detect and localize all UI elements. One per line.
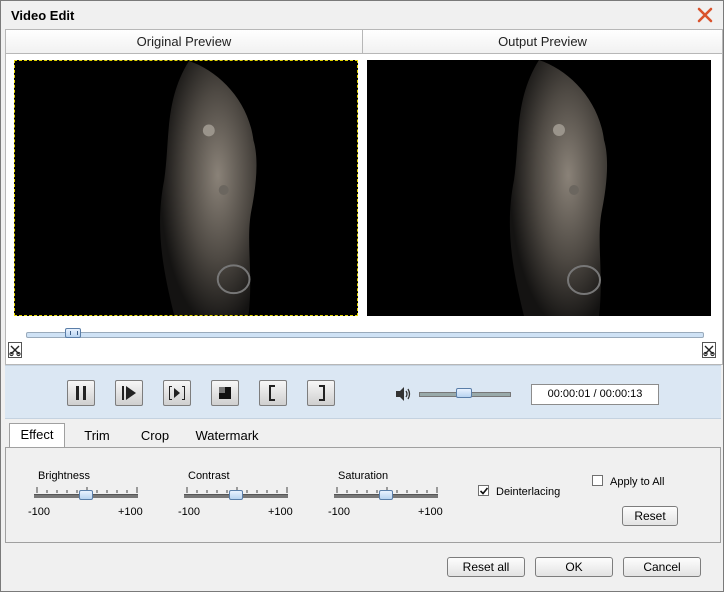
bracket-left-icon [269,385,275,401]
contrast-min-label: -100 [178,506,201,518]
reset-button[interactable]: Reset [622,506,678,526]
deinterlacing-checkbox[interactable] [478,485,489,496]
play-selection-icon [169,386,185,400]
effect-panel: Brightness -100 +100 Contrast -100 +100 … [5,447,721,543]
asteroid-frame-original [15,61,357,315]
pause-icon [76,386,86,400]
bracket-right-icon [319,385,325,401]
cancel-button[interactable]: Cancel [623,557,701,577]
saturation-max-label: +100 [418,506,443,518]
apply-to-all-checkbox[interactable] [592,475,603,486]
apply-to-all-label: Apply to All [610,476,665,488]
output-preview-video [367,60,711,316]
time-display: 00:00:01 / 00:00:13 [531,384,659,405]
tab-crop[interactable]: Crop [133,425,177,447]
volume-icon[interactable] [395,386,413,402]
brightness-label: Brightness [38,470,90,482]
pause-button[interactable] [67,380,95,406]
original-preview-header: Original Preview [6,30,363,54]
tab-watermark[interactable]: Watermark [191,425,263,447]
contrast-slider-thumb[interactable] [229,490,243,500]
saturation-slider-thumb[interactable] [379,490,393,500]
stop-button[interactable] [211,380,239,406]
tab-trim[interactable]: Trim [77,425,117,447]
playback-controls: 00:00:01 / 00:00:13 [5,365,721,419]
saturation-min-label: -100 [328,506,351,518]
video-edit-window: Video Edit Original Preview Output Previ… [0,0,724,592]
play-selection-button[interactable] [163,380,191,406]
output-preview-header: Output Preview [363,30,722,54]
close-icon[interactable] [697,7,713,23]
edit-tabs: Effect Trim Crop Watermark [5,423,721,448]
brightness-slider-thumb[interactable] [79,490,93,500]
trim-end-scissor-icon[interactable] [702,342,716,358]
seek-bar-thumb[interactable] [65,328,82,338]
deinterlacing-label: Deinterlacing [496,486,561,498]
window-title: Video Edit [11,8,75,23]
contrast-max-label: +100 [268,506,293,518]
saturation-label: Saturation [338,470,389,482]
ok-button[interactable]: OK [535,557,613,577]
original-preview-video[interactable] [14,60,358,316]
volume-slider-thumb[interactable] [456,388,472,398]
brightness-max-label: +100 [118,506,143,518]
set-end-button[interactable] [307,380,335,406]
asteroid-frame-output [367,60,711,316]
tab-effect[interactable]: Effect [9,423,65,448]
stop-icon [219,387,231,399]
preview-area: Original Preview Output Preview [5,29,723,365]
title-bar: Video Edit [1,1,723,29]
step-forward-icon [122,386,136,400]
seek-bar-track[interactable] [26,332,704,338]
set-start-button[interactable] [259,380,287,406]
trim-start-scissor-icon[interactable] [8,342,22,358]
brightness-min-label: -100 [28,506,51,518]
contrast-label: Contrast [188,470,230,482]
reset-all-button[interactable]: Reset all [447,557,525,577]
step-forward-button[interactable] [115,380,143,406]
